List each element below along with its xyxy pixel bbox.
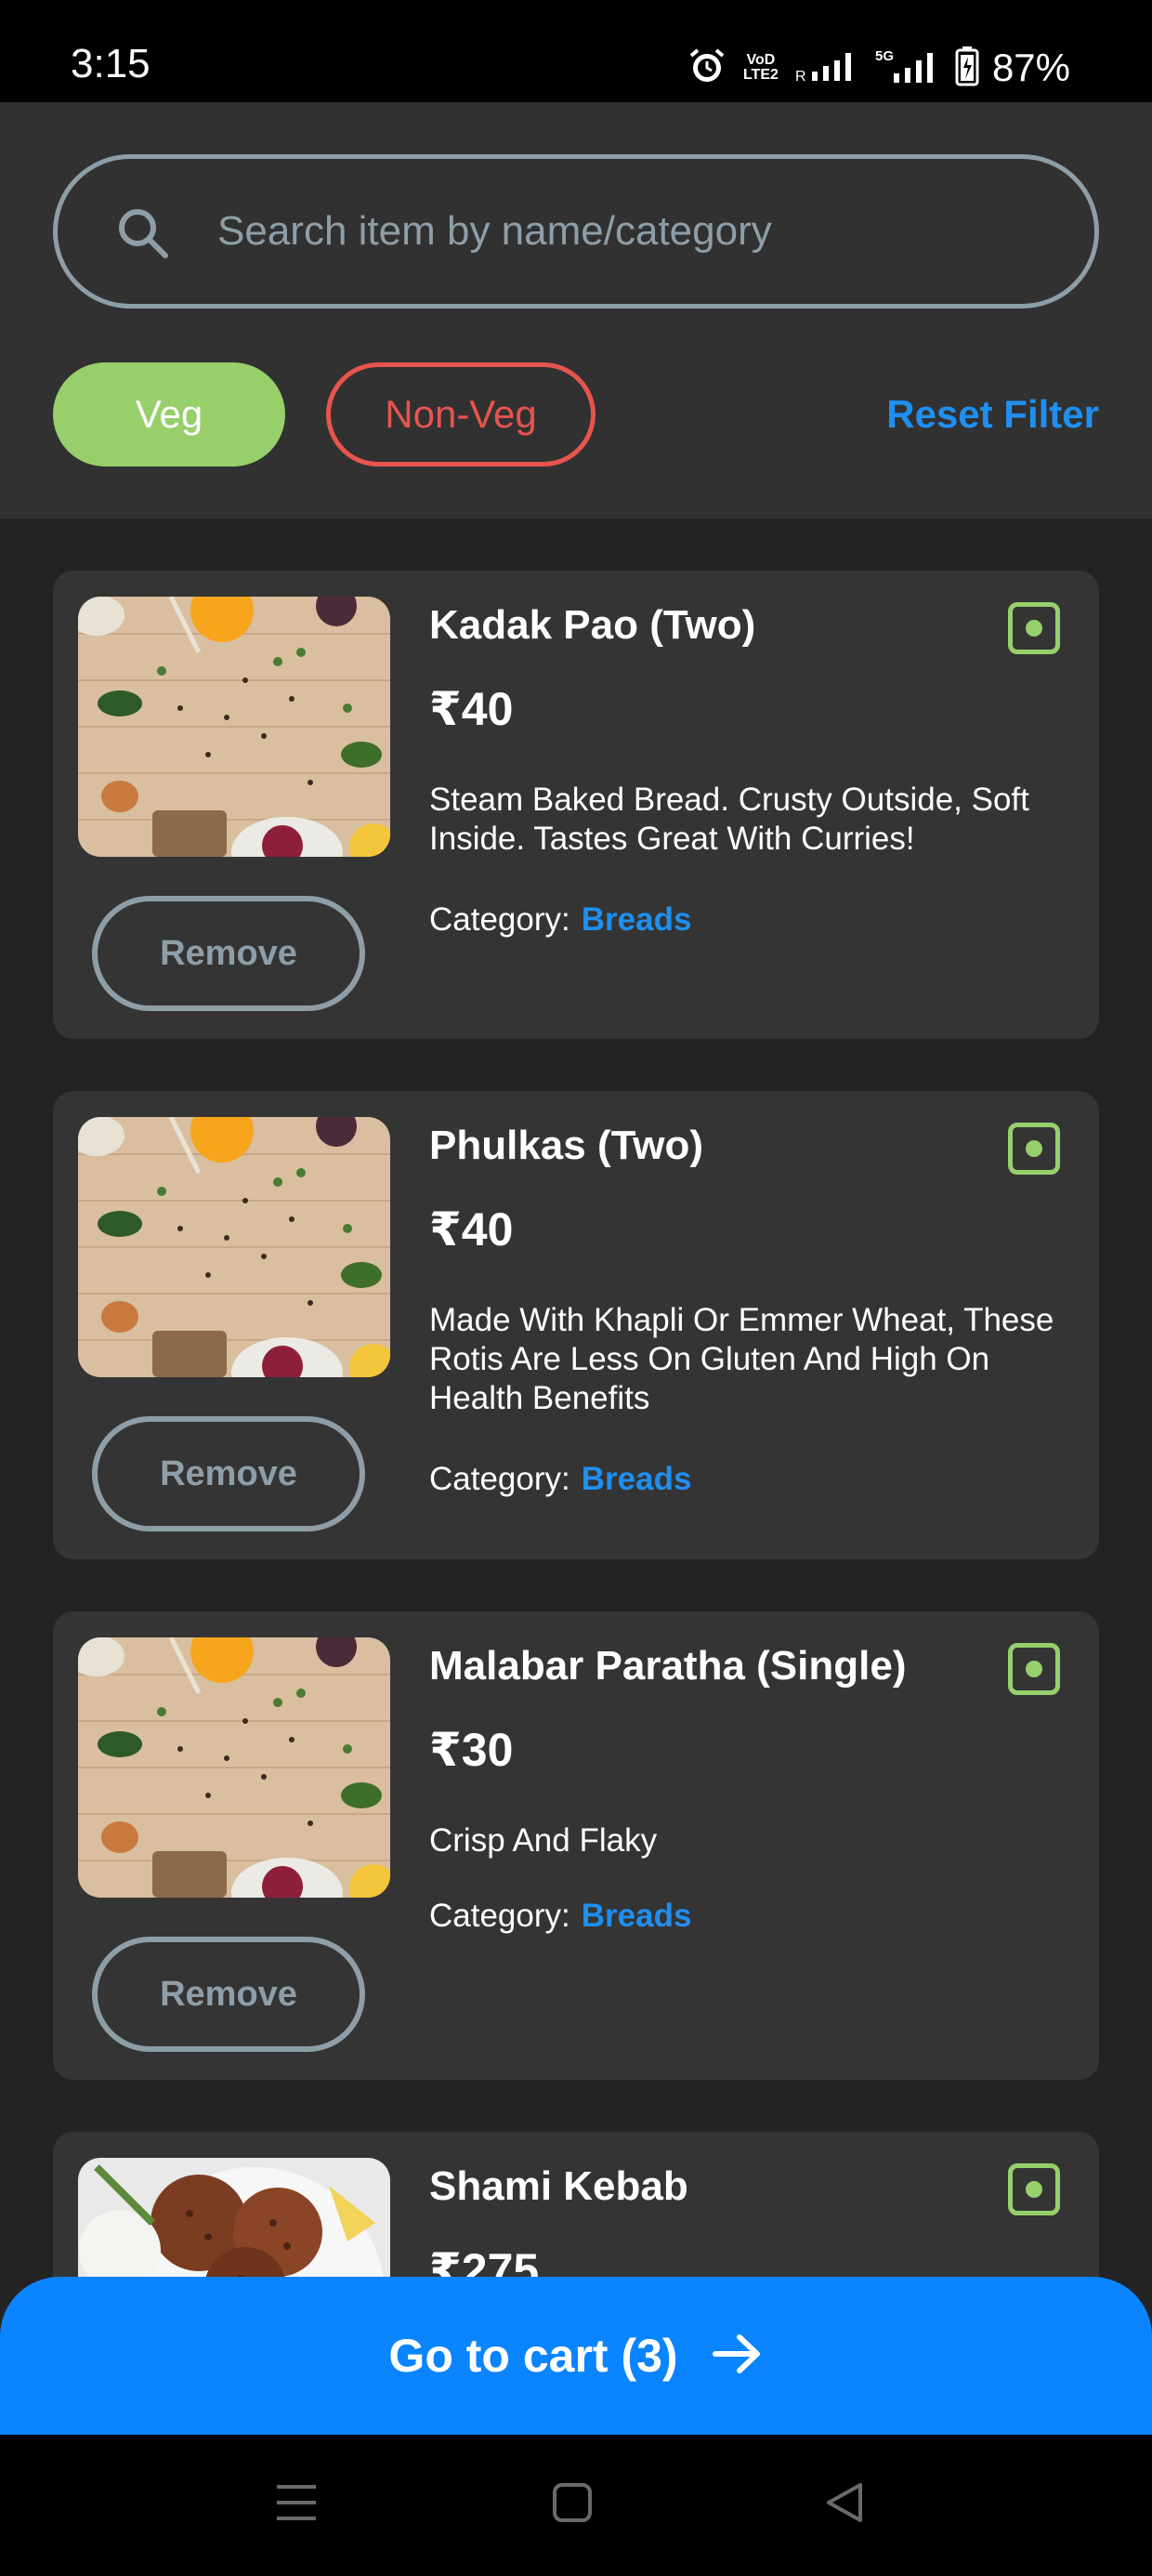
volte-icon: VoD LTE2 bbox=[742, 52, 779, 83]
roaming-label: R bbox=[795, 69, 806, 83]
food-image bbox=[78, 1117, 390, 1377]
item-description: Made With Khapli Or Emmer Wheat, These R… bbox=[429, 1302, 1054, 1416]
status-icons: VoD LTE2 R 5G 87% bbox=[687, 45, 1070, 91]
category-label: Category: bbox=[429, 1898, 570, 1934]
veg-indicator-icon bbox=[1008, 1643, 1060, 1695]
signal-icon: R bbox=[795, 49, 862, 87]
item-category: Category: Breads bbox=[429, 901, 691, 939]
menu-item-card: Remove Malabar Paratha (Single) ₹30 Cris… bbox=[53, 1611, 1099, 2080]
item-price: ₹40 bbox=[429, 1203, 514, 1255]
category-link[interactable]: Breads bbox=[582, 1898, 692, 1934]
filter-panel: Veg Non-Veg Reset Filter bbox=[0, 102, 1152, 519]
item-price: ₹40 bbox=[429, 683, 514, 735]
menu-screen: Veg Non-Veg Reset Filter bbox=[0, 102, 1152, 2435]
category-label: Category: bbox=[429, 901, 570, 938]
item-description: Crisp And Flaky bbox=[429, 1822, 658, 1859]
veg-indicator-icon bbox=[1008, 2163, 1060, 2215]
item-name: Shami Kebab bbox=[429, 2163, 688, 2209]
back-triangle-icon[interactable] bbox=[823, 2481, 866, 2529]
category-link[interactable]: Breads bbox=[582, 901, 692, 938]
system-navigation-bar bbox=[0, 2435, 1152, 2576]
menu-icon[interactable] bbox=[275, 2481, 318, 2529]
nonveg-filter-button[interactable]: Non-Veg bbox=[326, 362, 596, 467]
remove-button[interactable]: Remove bbox=[92, 1416, 365, 1531]
veg-indicator-icon bbox=[1008, 602, 1060, 654]
go-to-cart-button[interactable]: Go to cart (3) bbox=[0, 2277, 1152, 2435]
status-bar: 3:15 VoD LTE2 R 5G 87% bbox=[0, 0, 1152, 102]
item-name: Phulkas (Two) bbox=[429, 1123, 703, 1168]
item-description: Steam Baked Bread. Crusty Outside, Soft … bbox=[429, 782, 1029, 857]
search-box[interactable] bbox=[53, 154, 1099, 309]
item-name: Malabar Paratha (Single) bbox=[429, 1643, 907, 1689]
item-price: ₹30 bbox=[429, 1724, 514, 1776]
alarm-icon bbox=[687, 46, 727, 90]
item-name: Kadak Pao (Two) bbox=[429, 602, 756, 648]
menu-item-card: Remove Kadak Pao (Two) ₹40 Steam Baked B… bbox=[53, 571, 1099, 1039]
item-category: Category: Breads bbox=[429, 1461, 691, 1498]
battery-percentage: 87% bbox=[991, 46, 1070, 89]
veg-indicator-icon bbox=[1008, 1123, 1060, 1175]
remove-button[interactable]: Remove bbox=[92, 896, 365, 1011]
menu-item-card: Remove Phulkas (Two) ₹40 Made With Khapl… bbox=[53, 1091, 1099, 1559]
home-square-icon[interactable] bbox=[552, 2481, 593, 2529]
signal-5g-icon: 5G bbox=[875, 47, 942, 89]
search-icon bbox=[115, 205, 171, 266]
category-label: Category: bbox=[429, 1461, 570, 1497]
reset-filter-link[interactable]: Reset Filter bbox=[886, 392, 1099, 437]
status-time: 3:15 bbox=[71, 41, 151, 86]
food-image bbox=[78, 1637, 390, 1898]
veg-filter-button[interactable]: Veg bbox=[53, 362, 285, 467]
item-category: Category: Breads bbox=[429, 1898, 691, 1935]
cart-label: Go to cart (3) bbox=[388, 2330, 678, 2382]
arrow-right-icon bbox=[712, 2331, 764, 2382]
category-link[interactable]: Breads bbox=[582, 1461, 692, 1497]
food-image bbox=[78, 597, 390, 857]
battery-icon bbox=[955, 46, 979, 91]
remove-button[interactable]: Remove bbox=[92, 1937, 365, 2052]
network-label: 5G bbox=[875, 48, 894, 64]
search-input[interactable] bbox=[217, 159, 1054, 304]
